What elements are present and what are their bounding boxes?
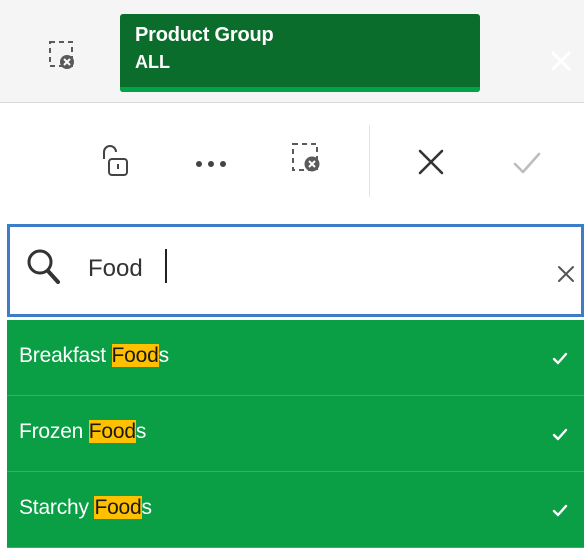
close-icon[interactable] xyxy=(548,48,574,74)
close-icon[interactable] xyxy=(416,147,446,177)
search-match-highlight: Food xyxy=(94,496,142,519)
check-icon xyxy=(552,504,568,518)
check-icon xyxy=(552,352,568,366)
unlock-icon[interactable] xyxy=(100,141,130,181)
search-match-highlight: Food xyxy=(111,344,159,367)
list-item-label: Frozen Foods xyxy=(19,420,147,443)
search-box xyxy=(7,224,584,317)
check-icon[interactable] xyxy=(512,149,542,177)
clear-selections-icon[interactable] xyxy=(290,139,326,179)
list-item-label: Breakfast Foods xyxy=(19,344,169,367)
search-input[interactable] xyxy=(88,247,508,291)
chip-field-name: Product Group xyxy=(135,24,274,46)
list-item[interactable]: Starchy Foods xyxy=(7,472,584,548)
check-icon xyxy=(552,428,568,442)
clear-selections-icon[interactable] xyxy=(48,38,78,72)
list-item[interactable]: Frozen Foods xyxy=(7,396,584,472)
chip-selected-value: ALL xyxy=(135,52,170,72)
text-caret xyxy=(165,249,167,283)
toolbar-divider xyxy=(369,125,370,197)
selections-bar: Product Group ALL xyxy=(0,0,584,103)
clear-icon[interactable] xyxy=(555,263,577,285)
listbox-toolbar xyxy=(0,103,584,223)
list-item[interactable]: Breakfast Foods xyxy=(7,320,584,396)
selection-chip-product-group[interactable]: Product Group ALL xyxy=(120,14,571,92)
list-item-label: Starchy Foods xyxy=(19,496,152,519)
listbox-selection-panel: Product Group ALL Food Breakfast Foods F… xyxy=(0,0,584,551)
more-horizontal-icon[interactable] xyxy=(192,149,232,179)
search-match-highlight: Food xyxy=(88,420,136,443)
search-results-list: Breakfast Foods Frozen Foods Starchy Foo… xyxy=(7,320,584,548)
search-icon xyxy=(25,247,63,287)
